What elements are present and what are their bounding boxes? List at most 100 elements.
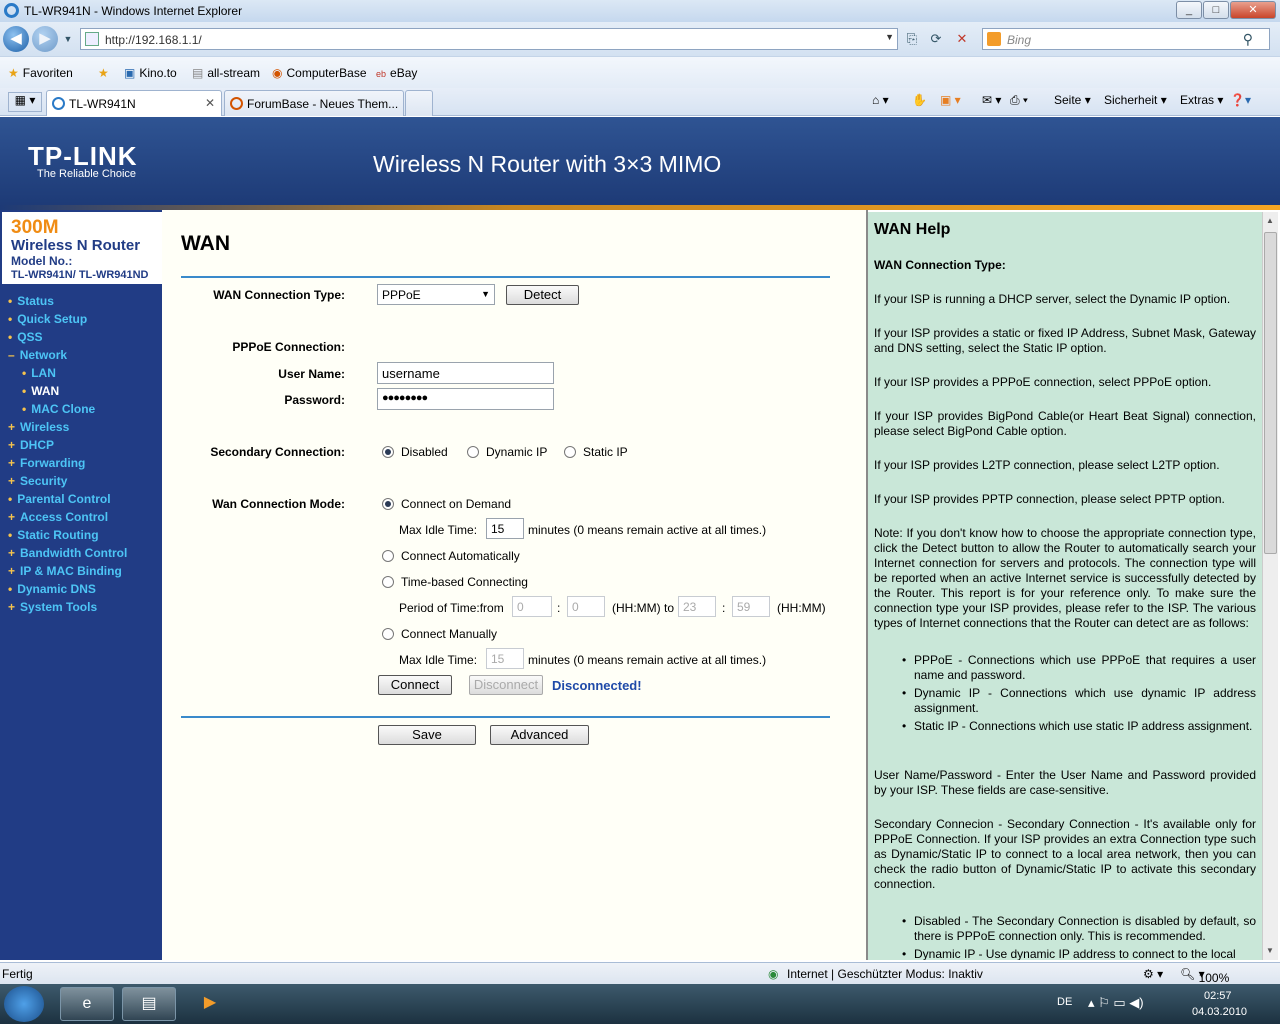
mode-auto-radio[interactable]	[382, 550, 394, 562]
period-from-hour[interactable]: 0	[512, 596, 552, 617]
protected-mode-icon[interactable]: ⚙ ▾	[1143, 967, 1163, 981]
mode-time-radio[interactable]	[382, 576, 394, 588]
close-tab-icon[interactable]: ✕	[205, 96, 215, 110]
mail-icon[interactable]: ✉ ▾	[982, 93, 1001, 107]
advanced-button[interactable]: Advanced	[490, 725, 589, 745]
sidebar-item-ip-mac-binding[interactable]: + IP & MAC Binding	[8, 564, 122, 578]
username-field[interactable]: username	[377, 362, 554, 384]
compatibility-icon[interactable]: ⎘	[902, 29, 922, 49]
sidebar-item-forwarding[interactable]: + Forwarding	[8, 456, 85, 470]
security-menu[interactable]: Sicherheit ▾	[1104, 93, 1167, 107]
fav-item-allstream[interactable]: ▤ all-stream	[192, 66, 260, 80]
security-zone[interactable]: Internet | Geschützter Modus: Inaktiv	[787, 967, 983, 981]
scroll-thumb[interactable]	[1264, 232, 1277, 554]
back-button[interactable]: ◀	[3, 26, 29, 52]
tools-menu[interactable]: Extras ▾	[1180, 93, 1223, 107]
sidebar-item-lan[interactable]: • LAN	[22, 366, 56, 380]
ebay-icon: eb	[376, 69, 387, 79]
clock-time[interactable]: 02:57	[1204, 990, 1232, 1002]
search-icon[interactable]: ⚲	[1243, 31, 1253, 48]
sidebar-item-wan[interactable]: • WAN	[22, 384, 59, 398]
favorites-button[interactable]: ★ Favoriten	[8, 66, 73, 80]
stop-icon[interactable]: ✕	[952, 29, 972, 49]
sidebar-item-parental-control[interactable]: • Parental Control	[8, 492, 111, 506]
sidebar-item-status[interactable]: • Status	[8, 294, 54, 308]
sidebar-item-dynamic-dns[interactable]: • Dynamic DNS	[8, 582, 96, 596]
password-field[interactable]: ●●●●●●●●	[377, 388, 554, 410]
help-icon[interactable]: ❓▾	[1230, 93, 1251, 107]
screen: TL-WR941N - Windows Internet Explorer _ …	[0, 0, 1280, 1024]
secondary-disabled-label: Disabled	[401, 445, 448, 459]
minimize-button[interactable]: _	[1176, 1, 1202, 19]
fav-item-kino[interactable]: ▣ Kino.to	[124, 66, 177, 80]
clock-date[interactable]: 04.03.2010	[1192, 1006, 1247, 1018]
wan-form-panel: WAN WAN Connection Type: PPPoE ▼ Detect …	[162, 210, 866, 960]
fav-item-ebay[interactable]: eb eBay	[376, 66, 417, 80]
period-to-hour[interactable]: 23	[678, 596, 716, 617]
connect-button[interactable]: Connect	[378, 675, 452, 695]
secondary-static-radio[interactable]	[564, 446, 576, 458]
language-indicator[interactable]: DE	[1057, 996, 1072, 1008]
max-idle-field-2[interactable]: 15	[486, 648, 524, 669]
add-favorite-icon[interactable]: ★	[98, 66, 109, 80]
scroll-down-icon[interactable]: ▼	[1266, 946, 1274, 955]
wan-type-select[interactable]: PPPoE ▼	[377, 284, 495, 305]
secondary-dynamic-radio[interactable]	[467, 446, 479, 458]
close-button[interactable]: ✕	[1230, 1, 1276, 19]
help-paragraph: If your ISP is running a DHCP server, se…	[874, 292, 1231, 306]
sidebar-item-system-tools[interactable]: + System Tools	[8, 600, 97, 614]
taskbar-media-player-icon[interactable]: ▶	[184, 987, 236, 1021]
sidebar-item-dhcp[interactable]: + DHCP	[8, 438, 54, 452]
address-field[interactable]: http://192.168.1.1/ ▼	[80, 28, 898, 50]
help-paragraph: If your ISP provides BigPond Cable(or He…	[874, 409, 1256, 438]
taskbar-ie-icon[interactable]: e	[60, 987, 114, 1021]
quick-tabs-icon[interactable]: ▦ ▾	[8, 92, 42, 112]
help-bullet: PPPoE - Connections which use PPPoE that…	[902, 653, 1256, 683]
sidebar-item-quick-setup[interactable]: • Quick Setup	[8, 312, 87, 326]
period-from-minute[interactable]: 0	[567, 596, 605, 617]
period-to-minute[interactable]: 59	[732, 596, 770, 617]
slogan: The Reliable Choice	[37, 168, 137, 180]
secondary-disabled-radio[interactable]	[382, 446, 394, 458]
fav-item-computerbase[interactable]: ◉ ComputerBase	[272, 66, 367, 80]
history-dropdown-icon[interactable]: ▼	[58, 29, 78, 49]
sidebar-item-qss[interactable]: • QSS	[8, 330, 43, 344]
scroll-up-icon[interactable]: ▲	[1266, 216, 1274, 225]
save-button[interactable]: Save	[378, 725, 476, 745]
feeds-icon[interactable]: ▣ ▾	[940, 93, 961, 107]
refresh-icon[interactable]: ⟳	[926, 29, 946, 49]
forward-button[interactable]: ▶	[32, 26, 58, 52]
tab-forumbase[interactable]: ForumBase - Neues Them...	[224, 90, 404, 116]
hhmm-to-label: (HH:MM) to	[612, 601, 674, 615]
tray-icons[interactable]: ▴ ⚐ ▭ ◀)	[1088, 995, 1144, 1011]
favorites-bar: ★ Favoriten ★ ▣ Kino.to ▤ all-stream ◉ Compu…	[0, 56, 1280, 88]
vertical-scrollbar[interactable]: ▲ ▼	[1262, 212, 1278, 960]
sidebar-item-bandwidth-control[interactable]: + Bandwidth Control	[8, 546, 127, 560]
tab-tl-wr941n[interactable]: TL-WR941N ✕	[46, 90, 222, 116]
mode-on-demand-radio[interactable]	[382, 498, 394, 510]
secondary-static-label: Static IP	[583, 445, 628, 459]
help-paragraph: If your ISP provides PPTP connection, pl…	[874, 492, 1225, 506]
sidebar-item-security[interactable]: + Security	[8, 474, 67, 488]
detect-button[interactable]: Detect	[506, 285, 579, 305]
sidebar-item-wireless[interactable]: + Wireless	[8, 420, 69, 434]
sidebar-item-access-control[interactable]: + Access Control	[8, 510, 108, 524]
sidebar-item-static-routing[interactable]: • Static Routing	[8, 528, 99, 542]
max-idle-field[interactable]: 15	[486, 518, 524, 539]
zoom-control[interactable]: 🔍︎ 100% ▾	[1180, 967, 1229, 985]
sidebar-item-mac-clone[interactable]: • MAC Clone	[22, 402, 95, 416]
taskbar-explorer-icon[interactable]: ▤	[122, 987, 176, 1021]
address-dropdown-icon[interactable]: ▼	[885, 32, 894, 42]
hand-icon[interactable]: ✋	[912, 93, 927, 107]
search-field[interactable]: Bing ⚲	[982, 28, 1270, 50]
start-button[interactable]	[4, 986, 44, 1022]
mode-manual-radio[interactable]	[382, 628, 394, 640]
home-icon[interactable]: ⌂ ▾	[872, 93, 889, 107]
page-menu[interactable]: Seite ▾	[1054, 93, 1091, 107]
sidebar-item-network[interactable]: – Network	[8, 348, 67, 362]
disconnect-button[interactable]: Disconnect	[469, 675, 543, 695]
new-tab-button[interactable]	[405, 90, 433, 116]
product-title: Wireless N Router with 3×3 MIMO	[373, 151, 722, 177]
maximize-button[interactable]: □	[1203, 1, 1229, 19]
print-icon[interactable]: ⎙ ▾	[1010, 93, 1028, 108]
